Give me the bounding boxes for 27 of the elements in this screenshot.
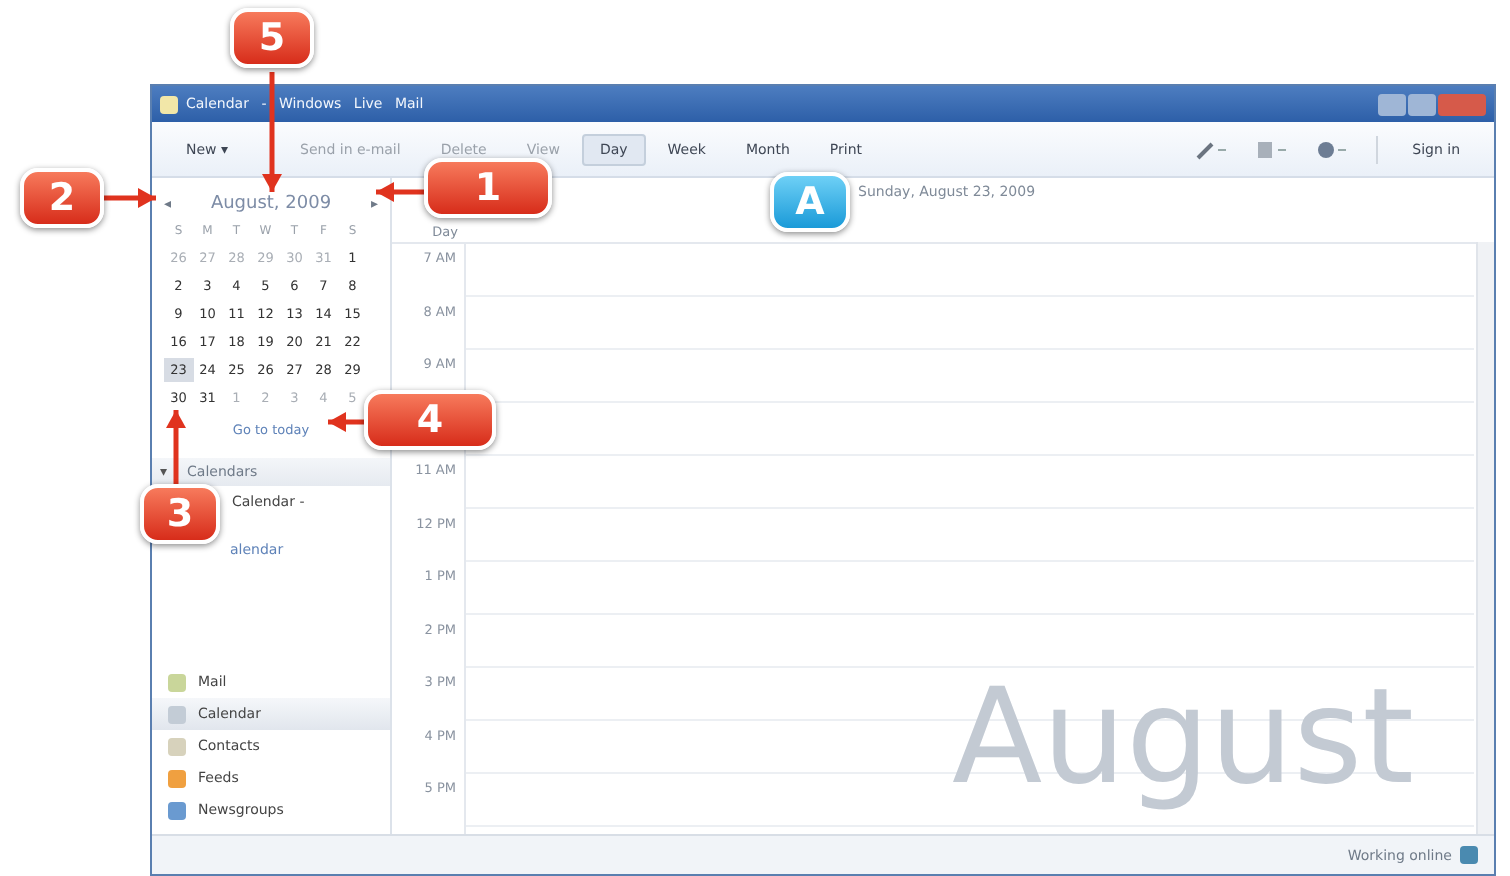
close-button[interactable] xyxy=(1438,93,1486,115)
globe-icon[interactable] xyxy=(1316,139,1349,159)
pen-icon[interactable] xyxy=(1196,139,1229,159)
minimize-button[interactable] xyxy=(1378,93,1406,115)
newsgroups-icon xyxy=(168,801,186,819)
scrollbar[interactable] xyxy=(1476,242,1494,834)
callout-badge: 5 xyxy=(230,8,314,68)
callout-arrow xyxy=(376,182,424,202)
app-icon xyxy=(160,95,178,113)
maximize-button[interactable] xyxy=(1408,93,1436,115)
callout-badge: 3 xyxy=(140,484,220,544)
callout-badge: A xyxy=(770,172,850,232)
callout-badge: 4 xyxy=(364,390,496,450)
callout-arrow xyxy=(328,412,364,432)
contacts-icon xyxy=(168,737,186,755)
feeds-icon xyxy=(168,769,186,787)
month-watermark: August xyxy=(952,660,1414,814)
callout-badge: 2 xyxy=(20,168,104,228)
tools-icon[interactable] xyxy=(1256,139,1289,159)
month-title: August, 2009 xyxy=(210,194,332,214)
callout-arrow xyxy=(166,410,186,484)
callout-arrow xyxy=(104,188,156,208)
mail-icon xyxy=(168,673,186,691)
online-icon xyxy=(1460,846,1478,864)
calendar-icon xyxy=(168,705,186,723)
callout-arrow xyxy=(262,72,282,192)
callout-badge: 1 xyxy=(424,158,552,218)
